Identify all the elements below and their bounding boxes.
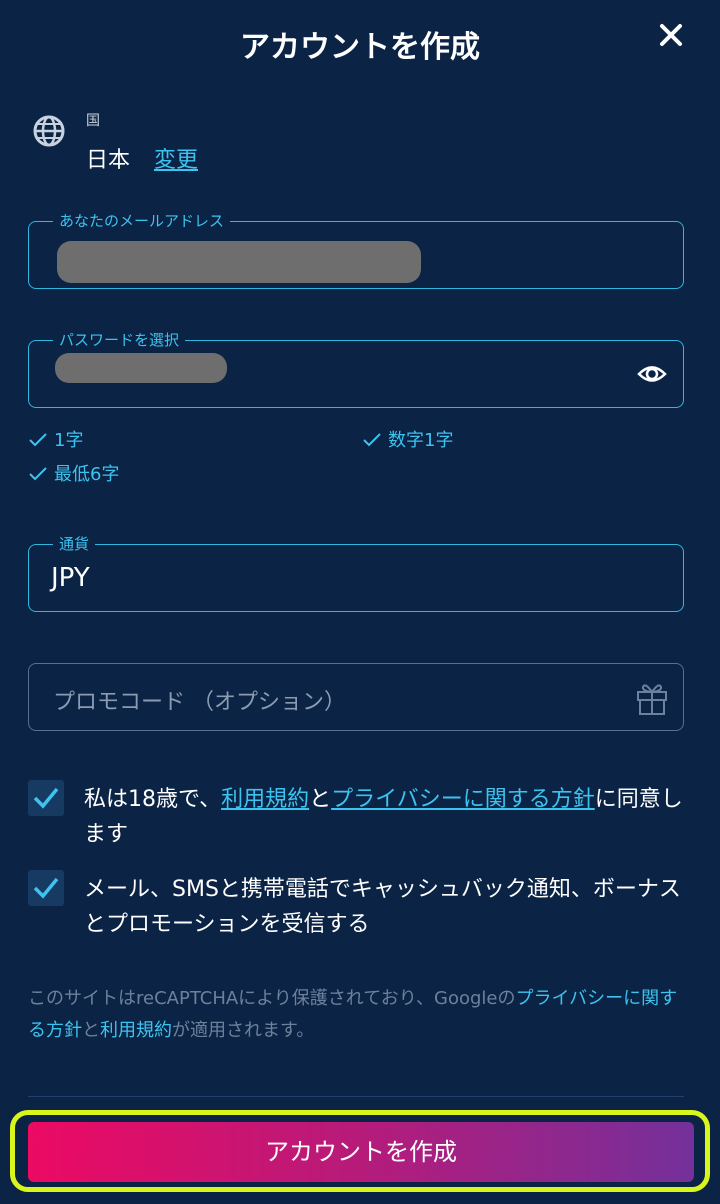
check-icon bbox=[28, 466, 48, 482]
close-icon[interactable] bbox=[656, 20, 686, 50]
modal-header: アカウントを作成 bbox=[0, 0, 720, 88]
email-label: あなたのメールアドレス bbox=[53, 210, 231, 231]
redacted-password-value bbox=[55, 353, 227, 383]
password-field[interactable]: パスワードを選択 bbox=[28, 329, 684, 408]
check-icon bbox=[362, 432, 382, 448]
globe-icon bbox=[32, 114, 66, 148]
password-rule-3: 最低6字 bbox=[28, 460, 119, 486]
country-value: 日本 bbox=[86, 148, 131, 173]
google-terms-link[interactable]: 利用規約 bbox=[100, 1020, 172, 1041]
currency-label: 通貨 bbox=[53, 533, 96, 554]
password-rule-text: 最低6字 bbox=[54, 464, 120, 485]
password-rule-2: 数字1字 bbox=[362, 426, 453, 452]
recaptcha-notice: このサイトはreCAPTCHAにより保護されており、Googleのプライバシーに… bbox=[28, 983, 692, 1047]
gift-icon bbox=[635, 680, 669, 716]
age-terms-checkbox[interactable] bbox=[28, 780, 64, 816]
email-field[interactable]: あなたのメールアドレス bbox=[28, 210, 684, 289]
promo-code-placeholder: プロモコード （オプション） bbox=[53, 690, 346, 715]
change-country-link[interactable]: 変更 bbox=[154, 142, 198, 174]
age-terms-text: 私は18歳で、利用規約とプライバシーに関する方針に同意します bbox=[84, 782, 684, 852]
redacted-email-value bbox=[57, 241, 421, 283]
password-rule-1: 1字 bbox=[28, 426, 83, 452]
eye-icon[interactable] bbox=[637, 361, 667, 387]
marketing-text: メール、SMSと携帯電話でキャッシュバック通知、ボーナスとプロモーションを受信す… bbox=[84, 877, 681, 937]
password-label: パスワードを選択 bbox=[53, 329, 186, 350]
terms-link[interactable]: 利用規約 bbox=[221, 787, 309, 812]
consent-prefix: 私は18歳で、 bbox=[84, 787, 222, 812]
create-account-button[interactable]: アカウントを作成 bbox=[28, 1122, 694, 1182]
recaptcha-suffix: が適用されます。 bbox=[172, 1020, 315, 1041]
currency-value: JPY bbox=[51, 563, 90, 593]
password-rule-text: 1字 bbox=[54, 430, 84, 451]
marketing-checkbox[interactable] bbox=[28, 870, 64, 906]
page-title: アカウントを作成 bbox=[240, 30, 480, 65]
consent-middle: と bbox=[309, 787, 332, 812]
recaptcha-prefix: このサイトはreCAPTCHAにより保護されており、Googleの bbox=[28, 988, 516, 1009]
privacy-policy-link[interactable]: プライバシーに関する方針 bbox=[331, 787, 595, 812]
country-label: 国 bbox=[86, 113, 100, 129]
check-icon bbox=[28, 432, 48, 448]
divider bbox=[28, 1096, 684, 1097]
currency-field[interactable]: 通貨 JPY bbox=[28, 533, 684, 612]
promo-code-input[interactable]: プロモコード （オプション） bbox=[28, 663, 684, 731]
password-rule-text: 数字1字 bbox=[388, 430, 454, 451]
recaptcha-middle: と bbox=[82, 1020, 100, 1041]
